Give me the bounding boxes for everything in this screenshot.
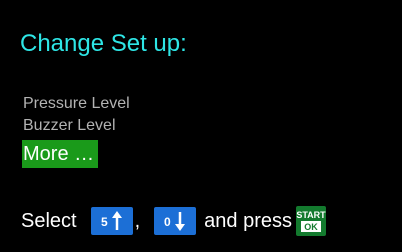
and-press-text: and press xyxy=(204,210,292,232)
menu-item-more[interactable]: More … xyxy=(22,140,99,168)
arrow-down-icon: 0 xyxy=(164,212,186,231)
up-button-digit: 5 xyxy=(101,215,108,229)
device-screen: Change Set up: Pressure Level Buzzer Lev… xyxy=(0,0,402,252)
instruction-footer: Select 5 , 0 and press START OK xyxy=(21,205,326,237)
down-0-button[interactable]: 0 xyxy=(154,207,197,235)
menu-item-buzzer-level[interactable]: Buzzer Level xyxy=(23,117,116,135)
start-ok-icon: START OK xyxy=(296,210,326,232)
screen-title: Change Set up: xyxy=(20,30,187,57)
start-ok-button[interactable]: START OK xyxy=(296,206,326,236)
up-5-button[interactable]: 5 xyxy=(90,207,133,235)
select-text: Select xyxy=(21,210,77,232)
arrow-up-icon: 5 xyxy=(101,211,122,230)
down-button-digit: 0 xyxy=(164,215,171,229)
separator-text: , xyxy=(134,210,141,232)
start-label: START xyxy=(296,210,326,220)
ok-label: OK xyxy=(304,222,318,232)
menu-item-pressure-level[interactable]: Pressure Level xyxy=(23,95,130,113)
